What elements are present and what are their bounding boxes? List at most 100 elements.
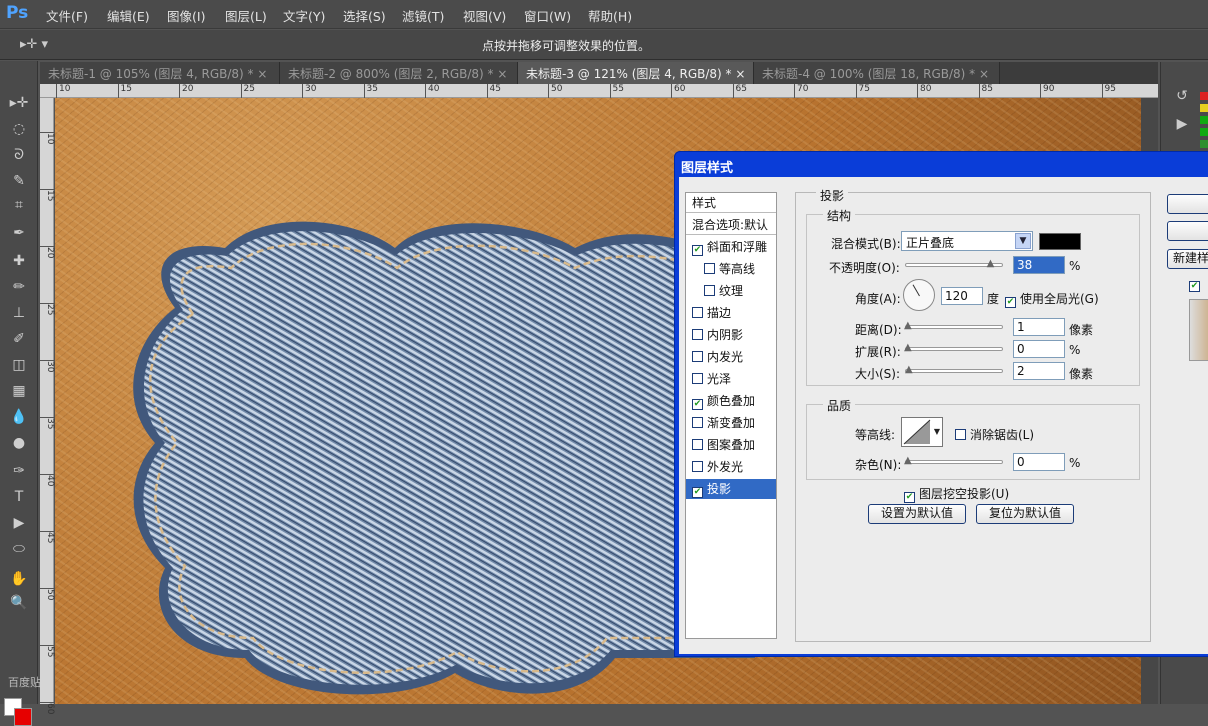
cancel-button[interactable] bbox=[1167, 221, 1208, 241]
style-item[interactable]: 光泽 bbox=[686, 369, 776, 389]
tab-untitled-4[interactable]: 未标题-4 @ 100% (图层 18, RGB/8) * × bbox=[754, 62, 1000, 84]
style-item[interactable]: ✔ 颜色叠加 bbox=[686, 391, 776, 411]
global-light-option[interactable]: ✔ 使用全局光(G) bbox=[1005, 290, 1099, 308]
style-item[interactable]: 内阴影 bbox=[686, 325, 776, 345]
style-item[interactable]: 图案叠加 bbox=[686, 435, 776, 455]
knockout-checkbox[interactable]: ✔ bbox=[904, 492, 915, 503]
history-icon[interactable]: ↺ bbox=[1169, 88, 1195, 108]
actions-play-icon[interactable]: ▶ bbox=[1169, 116, 1195, 136]
slider-thumb[interactable]: ▲ bbox=[904, 456, 914, 466]
blur-icon[interactable]: 💧 bbox=[8, 407, 30, 427]
style-checkbox[interactable]: ✔ bbox=[692, 487, 703, 498]
type-icon[interactable]: T bbox=[8, 487, 30, 507]
set-default-button[interactable]: 设置为默认值 bbox=[868, 504, 966, 524]
menu-filter[interactable]: 滤镜(T) bbox=[402, 6, 444, 25]
style-item[interactable]: 描边 bbox=[686, 303, 776, 323]
style-item[interactable]: 外发光 bbox=[686, 457, 776, 477]
antialias-checkbox[interactable] bbox=[955, 429, 966, 440]
distance-input[interactable]: 1 bbox=[1013, 318, 1065, 336]
noise-slider[interactable]: ▲ bbox=[904, 456, 1003, 466]
style-checkbox[interactable] bbox=[692, 373, 703, 384]
marquee-icon[interactable]: ◌ bbox=[8, 119, 30, 139]
pen-icon[interactable]: ✑ bbox=[8, 461, 30, 481]
style-checkbox[interactable]: ✔ bbox=[692, 399, 703, 410]
shape-icon[interactable]: ⬭ bbox=[8, 539, 30, 559]
menu-edit[interactable]: 编辑(E) bbox=[107, 6, 150, 25]
opacity-input[interactable]: 38 bbox=[1013, 256, 1065, 274]
quick-select-icon[interactable]: ✎ bbox=[8, 171, 30, 191]
menu-layer[interactable]: 图层(L) bbox=[225, 6, 267, 25]
style-item[interactable]: 等高线 bbox=[686, 259, 776, 279]
size-input[interactable]: 2 bbox=[1013, 362, 1065, 380]
menu-type[interactable]: 文字(Y) bbox=[283, 6, 325, 25]
menu-select[interactable]: 选择(S) bbox=[343, 6, 386, 25]
reset-default-button[interactable]: 复位为默认值 bbox=[976, 504, 1074, 524]
slider-thumb[interactable]: ▲ bbox=[904, 343, 914, 353]
background-color-swatch[interactable] bbox=[14, 708, 32, 726]
tab-untitled-2[interactable]: 未标题-2 @ 800% (图层 2, RGB/8) * × bbox=[280, 62, 518, 84]
opacity-slider[interactable]: ▲ bbox=[905, 259, 1003, 269]
menu-help[interactable]: 帮助(H) bbox=[588, 6, 632, 25]
dodge-icon[interactable]: ● bbox=[8, 433, 30, 453]
slider-thumb[interactable]: ▲ bbox=[905, 365, 915, 375]
close-icon[interactable]: × bbox=[257, 67, 267, 81]
close-icon[interactable]: × bbox=[497, 67, 507, 81]
style-checkbox[interactable] bbox=[692, 417, 703, 428]
style-checkbox[interactable] bbox=[692, 461, 703, 472]
style-item[interactable]: ✔ 投影 bbox=[686, 479, 776, 499]
move-icon[interactable]: ▸✛ bbox=[8, 93, 30, 113]
style-checkbox[interactable] bbox=[692, 329, 703, 340]
style-item[interactable]: 纹理 bbox=[686, 281, 776, 301]
history-brush-icon[interactable]: ✐ bbox=[8, 329, 30, 349]
eyedropper-icon[interactable]: ✒ bbox=[8, 223, 30, 243]
knockout-option[interactable]: ✔ 图层挖空投影(U) bbox=[904, 485, 1009, 503]
style-item[interactable]: 样式 bbox=[686, 193, 776, 213]
style-checkbox[interactable] bbox=[704, 263, 715, 274]
style-checkbox[interactable]: ✔ bbox=[692, 245, 703, 256]
hand-icon[interactable]: ✋ bbox=[8, 569, 30, 589]
path-select-icon[interactable]: ▶ bbox=[8, 513, 30, 533]
style-item[interactable]: 内发光 bbox=[686, 347, 776, 367]
eraser-icon[interactable]: ◫ bbox=[8, 355, 30, 375]
contour-picker[interactable]: ▼ bbox=[901, 417, 943, 447]
slider-thumb[interactable]: ▲ bbox=[904, 321, 914, 331]
menu-view[interactable]: 视图(V) bbox=[463, 6, 506, 25]
tab-untitled-1[interactable]: 未标题-1 @ 105% (图层 4, RGB/8) * × bbox=[40, 62, 280, 84]
angle-dial[interactable] bbox=[903, 279, 935, 311]
style-checkbox[interactable] bbox=[704, 285, 715, 296]
global-light-checkbox[interactable]: ✔ bbox=[1005, 297, 1016, 308]
style-checkbox[interactable] bbox=[692, 351, 703, 362]
size-slider[interactable]: ▲ bbox=[905, 365, 1003, 375]
heal-icon[interactable]: ✚ bbox=[8, 251, 30, 271]
gradient-icon[interactable]: ▦ bbox=[8, 381, 30, 401]
menu-window[interactable]: 窗口(W) bbox=[524, 6, 571, 25]
spread-slider[interactable]: ▲ bbox=[904, 343, 1003, 353]
brush-icon[interactable]: ✏ bbox=[8, 277, 30, 297]
close-icon[interactable]: × bbox=[735, 67, 745, 81]
style-item[interactable]: 混合选项:默认 bbox=[686, 215, 776, 235]
menu-file[interactable]: 文件(F) bbox=[46, 6, 88, 25]
style-checkbox[interactable] bbox=[692, 307, 703, 318]
blend-mode-select[interactable]: 正片叠底 ▼ bbox=[901, 231, 1033, 251]
angle-input[interactable]: 120 bbox=[941, 287, 983, 305]
preview-checkbox[interactable]: ✔ bbox=[1189, 276, 1204, 292]
crop-icon[interactable]: ⌗ bbox=[8, 195, 30, 215]
style-item[interactable]: ✔ 斜面和浮雕 bbox=[686, 237, 776, 257]
close-icon[interactable]: × bbox=[979, 67, 989, 81]
menu-image[interactable]: 图像(I) bbox=[167, 6, 205, 25]
zoom-icon[interactable]: 🔍 bbox=[8, 593, 30, 613]
tab-untitled-3[interactable]: 未标题-3 @ 121% (图层 4, RGB/8) * × bbox=[518, 62, 754, 84]
tool-preset-picker[interactable]: ▸✛ ▾ bbox=[20, 37, 48, 52]
new-style-button[interactable]: 新建样 bbox=[1167, 249, 1208, 269]
spread-input[interactable]: 0 bbox=[1013, 340, 1065, 358]
noise-input[interactable]: 0 bbox=[1013, 453, 1065, 471]
slider-thumb[interactable]: ▲ bbox=[987, 259, 997, 269]
style-checkbox[interactable] bbox=[692, 439, 703, 450]
stamp-icon[interactable]: ⊥ bbox=[8, 303, 30, 323]
ok-button[interactable] bbox=[1167, 194, 1208, 214]
style-item[interactable]: 渐变叠加 bbox=[686, 413, 776, 433]
distance-slider[interactable]: ▲ bbox=[904, 321, 1003, 331]
lasso-icon[interactable]: ᘐ bbox=[8, 145, 30, 165]
antialias-option[interactable]: 消除锯齿(L) bbox=[955, 426, 1034, 443]
shadow-color-swatch[interactable] bbox=[1039, 233, 1081, 250]
